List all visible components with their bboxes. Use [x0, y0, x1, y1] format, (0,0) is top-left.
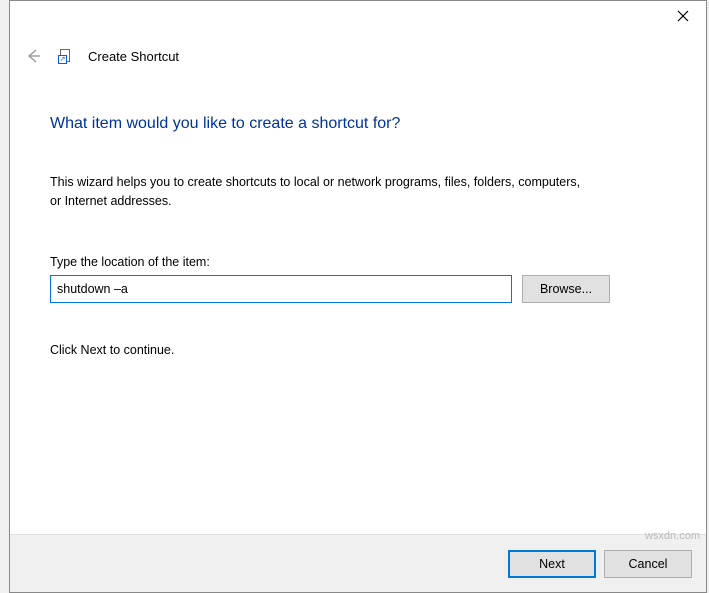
cancel-button[interactable]: Cancel [604, 550, 692, 578]
arrow-left-icon [24, 47, 42, 65]
browse-button[interactable]: Browse... [522, 275, 610, 303]
wizard-description: This wizard helps you to create shortcut… [50, 173, 590, 211]
continue-hint: Click Next to continue. [50, 343, 666, 357]
page-heading: What item would you like to create a sho… [50, 115, 666, 133]
create-shortcut-wizard: ↗ Create Shortcut What item would you li… [9, 0, 707, 593]
close-icon [677, 10, 689, 22]
wizard-header: ↗ Create Shortcut [10, 37, 706, 71]
wizard-title: Create Shortcut [88, 49, 179, 64]
next-button[interactable]: Next [508, 550, 596, 578]
close-button[interactable] [660, 1, 706, 31]
wizard-content: What item would you like to create a sho… [10, 71, 706, 534]
title-bar [10, 1, 706, 37]
back-button[interactable] [22, 45, 44, 67]
shortcut-icon: ↗ [58, 48, 74, 64]
location-row: Browse... [50, 275, 666, 303]
location-input[interactable] [50, 275, 512, 303]
wizard-footer: Next Cancel [10, 534, 706, 592]
location-label: Type the location of the item: [50, 255, 666, 269]
